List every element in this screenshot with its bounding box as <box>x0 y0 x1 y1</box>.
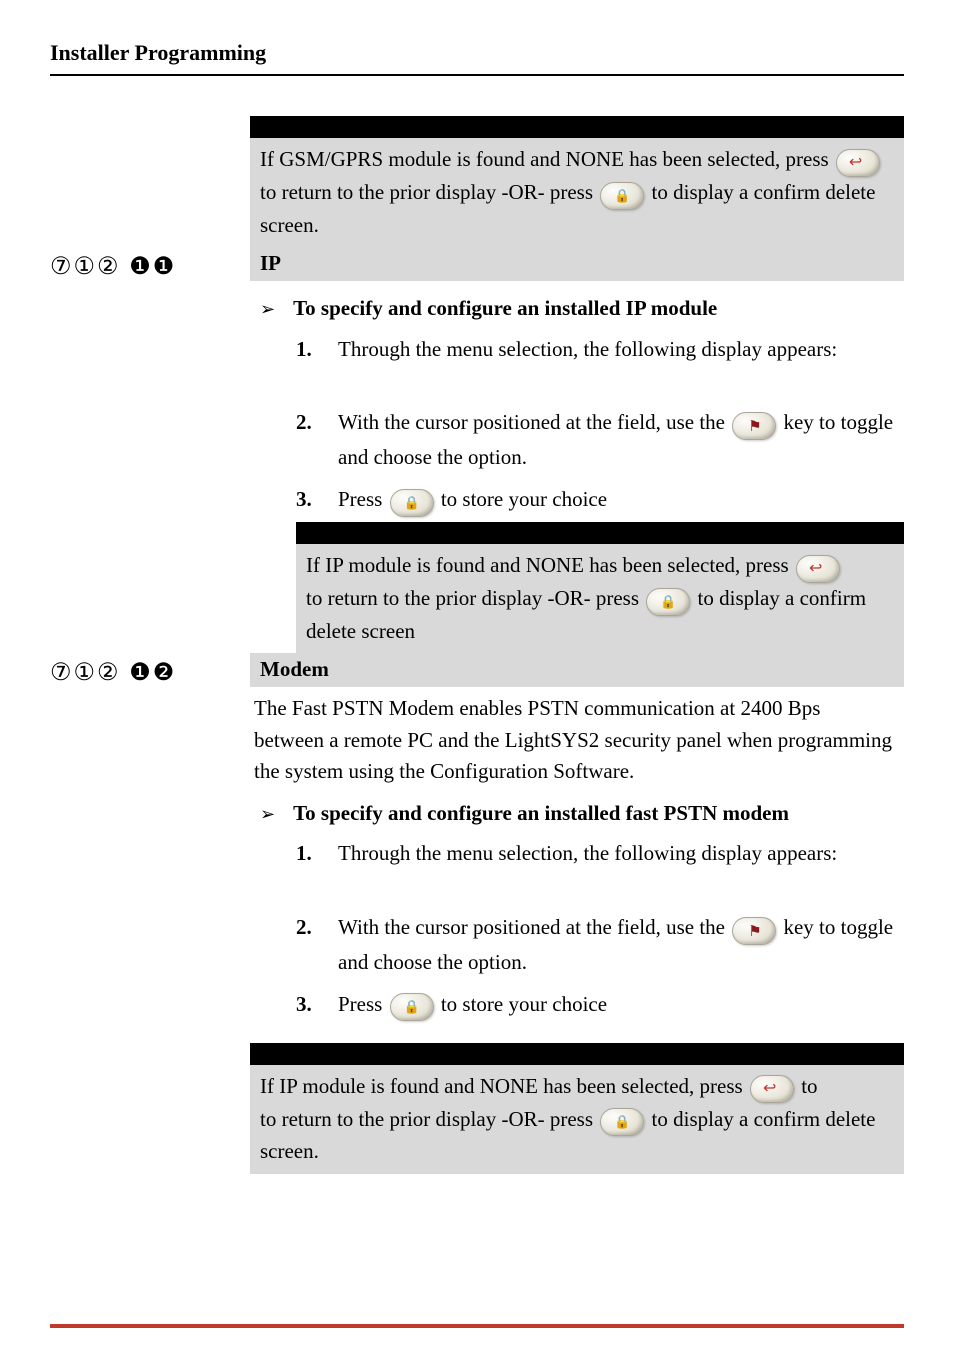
content-grid: If GSM/GPRS module is found and NONE has… <box>50 116 904 1174</box>
section-title-ip: IP <box>250 247 904 281</box>
modem-intro: The Fast PSTN Modem enables PSTN communi… <box>250 687 904 794</box>
enter-key-icon <box>600 178 644 210</box>
step-number: 1. <box>296 837 316 871</box>
ip-step3: Press to store your choice <box>338 483 607 518</box>
footer-divider <box>50 1324 904 1328</box>
back-key-icon <box>836 145 880 177</box>
black-bar <box>250 116 904 138</box>
step-number: 3. <box>296 988 316 1023</box>
back-key-icon <box>796 551 840 583</box>
enter-key-icon <box>646 584 690 616</box>
modem-bullet-title: To specify and configure an installed fa… <box>293 798 789 830</box>
bullet-arrow-icon: ➢ <box>260 293 275 325</box>
enter-key-icon <box>600 1105 644 1137</box>
section-title-modem: Modem <box>250 653 904 687</box>
enter-key-icon <box>390 989 434 1023</box>
step-number: 2. <box>296 406 316 475</box>
enter-key-icon <box>390 484 434 518</box>
modem-note-box: If IP module is found and NONE has been … <box>250 1065 904 1174</box>
step-number: 3. <box>296 483 316 518</box>
step-number: 1. <box>296 333 316 367</box>
page-header: Installer Programming <box>50 40 904 76</box>
ip-step1: Through the menu selection, the followin… <box>338 333 837 367</box>
note-gsm: If GSM/GPRS module is found and NONE has… <box>250 116 904 247</box>
modem-body: The Fast PSTN Modem enables PSTN communi… <box>250 687 904 1174</box>
empty-left <box>50 281 250 653</box>
black-bar <box>296 522 904 544</box>
black-bar <box>250 1043 904 1065</box>
step-number: 2. <box>296 911 316 980</box>
empty-left <box>50 116 250 247</box>
note1-text-b: to return to the prior display -OR- pres… <box>260 180 598 204</box>
toggle-key-icon <box>732 912 776 946</box>
ip-bullet-title: To specify and configure an installed IP… <box>293 293 717 325</box>
note1-text-a: If GSM/GPRS module is found and NONE has… <box>260 147 834 171</box>
modem-step1: Through the menu selection, the followin… <box>338 837 837 871</box>
modem-step2: With the cursor positioned at the field,… <box>338 911 904 980</box>
ip-body: ➢ To specify and configure an installed … <box>250 281 904 653</box>
bullet-arrow-icon: ➢ <box>260 798 275 830</box>
ip-note-box: If IP module is found and NONE has been … <box>296 544 904 653</box>
toggle-key-icon <box>732 408 776 442</box>
menu-code-modem: ⑦①② ❶❷ <box>50 653 250 687</box>
back-key-icon <box>750 1072 794 1104</box>
modem-step3: Press to store your choice <box>338 988 607 1023</box>
ip-step2: With the cursor positioned at the field,… <box>338 406 904 475</box>
menu-code-ip: ⑦①② ❶❶ <box>50 247 250 281</box>
empty-left <box>50 687 250 1174</box>
